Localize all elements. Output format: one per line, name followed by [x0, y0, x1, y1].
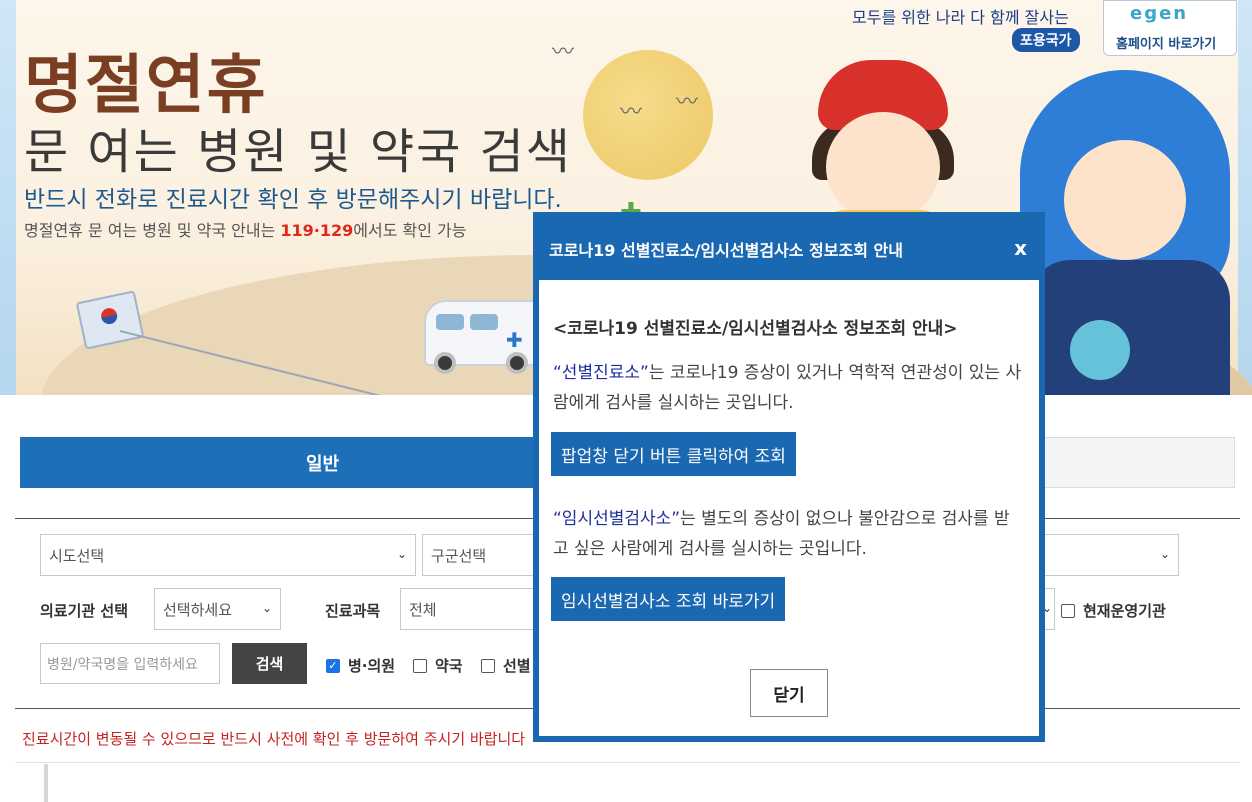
open-now-checkbox[interactable]: 현재운영기관 — [1061, 600, 1166, 621]
hotline-numbers: 119·129 — [280, 221, 354, 240]
modal-title: 코로나19 선별진료소/임시선별검사소 정보조회 안내 — [549, 241, 903, 260]
department-select[interactable]: 전체 — [400, 588, 540, 630]
face — [1064, 140, 1186, 260]
screening-clinic-description: “선별진료소”는 코로나19 증상이 있거나 역학적 연관성이 있는 사람에게 … — [553, 358, 1023, 418]
chevron-down-icon: ⌄ — [396, 547, 407, 561]
wheel — [506, 352, 528, 374]
ambulance-illustration: ✚ — [424, 300, 544, 374]
sleeve — [1070, 320, 1130, 380]
homepage-link-label: 홈페이지 바로가기 — [1116, 37, 1217, 52]
close-popup-search-button[interactable]: 팝업창 닫기 버튼 클릭하여 조회 — [551, 432, 796, 476]
result-list-edge — [44, 764, 48, 802]
sido-select[interactable]: 시도선택 ⌄ — [40, 534, 416, 576]
divider — [15, 762, 1240, 763]
screening-checkbox-label: 선별 — [503, 657, 531, 675]
ambulance-window — [470, 314, 498, 330]
slogan-text: 모두를 위한 나라 다 함께 잘사는 — [852, 8, 1069, 27]
face — [826, 112, 940, 222]
ambulance-window — [436, 314, 464, 330]
pharmacy-checkbox-label: 약국 — [435, 657, 463, 675]
banner-desc-text-end: 에서도 확인 가능 — [353, 221, 467, 240]
medical-cross-icon: ✚ — [506, 328, 523, 352]
pharmacy-checkbox[interactable]: 약국 — [413, 655, 463, 676]
banner-sky-right — [1238, 0, 1252, 395]
temporary-testing-link-button[interactable]: 임시선별검사소 조회 바로가기 — [551, 577, 786, 621]
gugun-select[interactable]: 구군선택 — [422, 534, 542, 576]
crane-icon: 〰 — [676, 90, 699, 115]
institution-label: 의료기관 선택 — [40, 602, 129, 620]
banner-subtitle: 문 여는 병원 및 약국 검색 — [24, 124, 572, 180]
checkbox-box[interactable] — [481, 658, 495, 673]
institution-select[interactable]: 선택하세요 ⌄ — [154, 588, 281, 630]
banner-description: 명절연휴 문 여는 병원 및 약국 안내는 119·129에서도 확인 가능 — [24, 217, 467, 241]
child-illustration — [1020, 70, 1235, 395]
close-icon[interactable]: x — [1014, 236, 1027, 260]
extra-select[interactable]: ⌄ — [1040, 534, 1179, 576]
wheel — [434, 352, 456, 374]
chevron-down-icon: ⌄ — [1159, 547, 1170, 561]
hanbok — [1030, 260, 1230, 395]
crane-icon: 〰 — [552, 40, 575, 65]
checkbox-box[interactable] — [1061, 603, 1075, 618]
warning-text: 진료시간이 변동될 수 있으므로 반드시 사전에 확인 후 방문하여 주시기 바… — [22, 730, 526, 748]
institution-select-value: 선택하세요 — [163, 600, 233, 619]
homepage-link[interactable]: egen 홈페이지 바로가기 — [1103, 0, 1237, 56]
modal-close-button[interactable]: 닫기 — [750, 669, 828, 717]
screening-clinic-term: “선별진료소” — [553, 363, 649, 383]
covid-info-modal: 코로나19 선별진료소/임시선별검사소 정보조회 안내 x <코로나19 선별진… — [533, 212, 1045, 742]
checkbox-box[interactable] — [413, 658, 427, 673]
gugun-select-value: 구군선택 — [431, 546, 487, 565]
temporary-testing-term: “임시선별검사소” — [553, 509, 681, 529]
screening-checkbox[interactable]: 선별 — [481, 655, 531, 676]
hospital-checkbox[interactable]: ✓ 병·의원 — [326, 655, 395, 676]
checkbox-checked-icon[interactable]: ✓ — [326, 658, 340, 673]
banner-desc-text: 명절연휴 문 여는 병원 및 약국 안내는 — [24, 221, 281, 240]
search-button[interactable]: 검색 — [232, 643, 307, 684]
crane-icon: 〰 — [620, 100, 643, 125]
egen-logo-icon: egen — [1130, 3, 1189, 24]
department-select-value: 전체 — [409, 600, 437, 619]
temporary-testing-description: “임시선별검사소”는 별도의 증상이 없으나 불안감으로 검사를 받고 싶은 사… — [553, 504, 1023, 564]
chevron-down-icon: ⌄ — [261, 601, 272, 615]
search-input[interactable]: 병원/약국명을 입력하세요 — [40, 643, 220, 684]
banner-notice: 반드시 전화로 진료시간 확인 후 방문해주시기 바랍니다. — [24, 187, 562, 213]
modal-header: 코로나19 선별진료소/임시선별검사소 정보조회 안내 x — [539, 218, 1039, 280]
sido-select-value: 시도선택 — [49, 546, 105, 565]
slogan-badge: 포용국가 — [1012, 28, 1080, 52]
banner-sky-left — [0, 0, 16, 395]
modal-heading: <코로나19 선별진료소/임시선별검사소 정보조회 안내> — [553, 319, 958, 339]
open-now-label: 현재운영기관 — [1083, 602, 1166, 620]
hospital-checkbox-label: 병·의원 — [348, 657, 396, 675]
department-label: 진료과목 — [325, 602, 381, 620]
